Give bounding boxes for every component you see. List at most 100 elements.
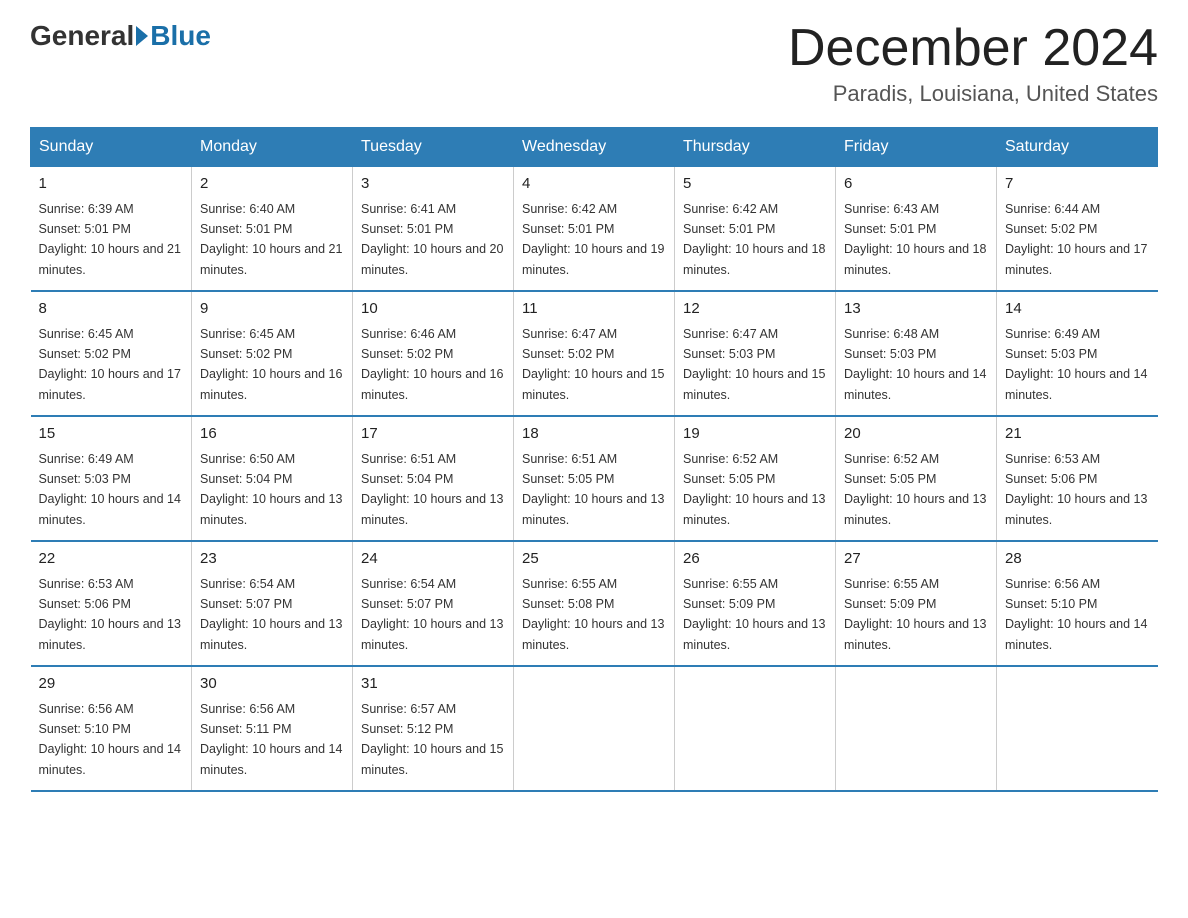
day-info: Sunrise: 6:49 AMSunset: 5:03 PMDaylight:…: [39, 452, 181, 527]
day-number: 12: [683, 298, 827, 321]
day-number: 11: [522, 298, 666, 321]
calendar-header-row: SundayMondayTuesdayWednesdayThursdayFrid…: [31, 128, 1158, 167]
day-number: 15: [39, 423, 184, 446]
day-info: Sunrise: 6:47 AMSunset: 5:03 PMDaylight:…: [683, 327, 825, 402]
title-block: December 2024 Paradis, Louisiana, United…: [788, 20, 1158, 107]
day-info: Sunrise: 6:53 AMSunset: 5:06 PMDaylight:…: [39, 577, 181, 652]
day-info: Sunrise: 6:56 AMSunset: 5:10 PMDaylight:…: [1005, 577, 1147, 652]
calendar-header-monday: Monday: [192, 128, 353, 167]
calendar-week-2: 8 Sunrise: 6:45 AMSunset: 5:02 PMDayligh…: [31, 291, 1158, 416]
day-info: Sunrise: 6:54 AMSunset: 5:07 PMDaylight:…: [361, 577, 503, 652]
day-info: Sunrise: 6:56 AMSunset: 5:11 PMDaylight:…: [200, 702, 342, 777]
page-header: General Blue December 2024 Paradis, Loui…: [30, 20, 1158, 107]
calendar-cell: 27 Sunrise: 6:55 AMSunset: 5:09 PMDaylig…: [836, 541, 997, 666]
calendar-cell: 30 Sunrise: 6:56 AMSunset: 5:11 PMDaylig…: [192, 666, 353, 791]
day-number: 8: [39, 298, 184, 321]
calendar-header-wednesday: Wednesday: [514, 128, 675, 167]
calendar-cell: 16 Sunrise: 6:50 AMSunset: 5:04 PMDaylig…: [192, 416, 353, 541]
day-number: 22: [39, 548, 184, 571]
calendar-cell: 21 Sunrise: 6:53 AMSunset: 5:06 PMDaylig…: [997, 416, 1158, 541]
calendar-week-3: 15 Sunrise: 6:49 AMSunset: 5:03 PMDaylig…: [31, 416, 1158, 541]
calendar-title: December 2024: [788, 20, 1158, 77]
day-number: 31: [361, 673, 505, 696]
day-number: 24: [361, 548, 505, 571]
calendar-table: SundayMondayTuesdayWednesdayThursdayFrid…: [30, 127, 1158, 792]
day-number: 19: [683, 423, 827, 446]
day-number: 5: [683, 173, 827, 196]
day-number: 20: [844, 423, 988, 446]
day-info: Sunrise: 6:53 AMSunset: 5:06 PMDaylight:…: [1005, 452, 1147, 527]
calendar-week-4: 22 Sunrise: 6:53 AMSunset: 5:06 PMDaylig…: [31, 541, 1158, 666]
day-info: Sunrise: 6:43 AMSunset: 5:01 PMDaylight:…: [844, 202, 986, 277]
calendar-cell: 13 Sunrise: 6:48 AMSunset: 5:03 PMDaylig…: [836, 291, 997, 416]
day-number: 10: [361, 298, 505, 321]
logo-blue-text: Blue: [150, 20, 211, 52]
day-number: 23: [200, 548, 344, 571]
day-info: Sunrise: 6:45 AMSunset: 5:02 PMDaylight:…: [200, 327, 342, 402]
day-number: 30: [200, 673, 344, 696]
calendar-cell: [997, 666, 1158, 791]
calendar-cell: 2 Sunrise: 6:40 AMSunset: 5:01 PMDayligh…: [192, 167, 353, 292]
calendar-header-friday: Friday: [836, 128, 997, 167]
day-info: Sunrise: 6:44 AMSunset: 5:02 PMDaylight:…: [1005, 202, 1147, 277]
day-info: Sunrise: 6:42 AMSunset: 5:01 PMDaylight:…: [683, 202, 825, 277]
day-info: Sunrise: 6:49 AMSunset: 5:03 PMDaylight:…: [1005, 327, 1147, 402]
calendar-cell: 8 Sunrise: 6:45 AMSunset: 5:02 PMDayligh…: [31, 291, 192, 416]
calendar-cell: 9 Sunrise: 6:45 AMSunset: 5:02 PMDayligh…: [192, 291, 353, 416]
calendar-cell: [675, 666, 836, 791]
calendar-cell: [514, 666, 675, 791]
day-info: Sunrise: 6:42 AMSunset: 5:01 PMDaylight:…: [522, 202, 664, 277]
calendar-cell: 24 Sunrise: 6:54 AMSunset: 5:07 PMDaylig…: [353, 541, 514, 666]
day-number: 29: [39, 673, 184, 696]
day-info: Sunrise: 6:39 AMSunset: 5:01 PMDaylight:…: [39, 202, 181, 277]
day-number: 28: [1005, 548, 1150, 571]
day-info: Sunrise: 6:51 AMSunset: 5:05 PMDaylight:…: [522, 452, 664, 527]
calendar-cell: 18 Sunrise: 6:51 AMSunset: 5:05 PMDaylig…: [514, 416, 675, 541]
calendar-cell: [836, 666, 997, 791]
day-number: 2: [200, 173, 344, 196]
day-number: 25: [522, 548, 666, 571]
logo-general-text: General: [30, 20, 134, 52]
day-info: Sunrise: 6:55 AMSunset: 5:09 PMDaylight:…: [844, 577, 986, 652]
calendar-cell: 14 Sunrise: 6:49 AMSunset: 5:03 PMDaylig…: [997, 291, 1158, 416]
day-number: 1: [39, 173, 184, 196]
day-number: 7: [1005, 173, 1150, 196]
logo-arrow-icon: [136, 26, 148, 46]
day-info: Sunrise: 6:52 AMSunset: 5:05 PMDaylight:…: [844, 452, 986, 527]
calendar-cell: 11 Sunrise: 6:47 AMSunset: 5:02 PMDaylig…: [514, 291, 675, 416]
day-info: Sunrise: 6:48 AMSunset: 5:03 PMDaylight:…: [844, 327, 986, 402]
day-info: Sunrise: 6:52 AMSunset: 5:05 PMDaylight:…: [683, 452, 825, 527]
day-number: 16: [200, 423, 344, 446]
day-number: 17: [361, 423, 505, 446]
calendar-cell: 4 Sunrise: 6:42 AMSunset: 5:01 PMDayligh…: [514, 167, 675, 292]
day-number: 14: [1005, 298, 1150, 321]
calendar-cell: 23 Sunrise: 6:54 AMSunset: 5:07 PMDaylig…: [192, 541, 353, 666]
calendar-cell: 22 Sunrise: 6:53 AMSunset: 5:06 PMDaylig…: [31, 541, 192, 666]
day-number: 21: [1005, 423, 1150, 446]
calendar-cell: 26 Sunrise: 6:55 AMSunset: 5:09 PMDaylig…: [675, 541, 836, 666]
day-info: Sunrise: 6:51 AMSunset: 5:04 PMDaylight:…: [361, 452, 503, 527]
day-number: 13: [844, 298, 988, 321]
day-info: Sunrise: 6:55 AMSunset: 5:08 PMDaylight:…: [522, 577, 664, 652]
day-number: 3: [361, 173, 505, 196]
calendar-cell: 1 Sunrise: 6:39 AMSunset: 5:01 PMDayligh…: [31, 167, 192, 292]
calendar-cell: 28 Sunrise: 6:56 AMSunset: 5:10 PMDaylig…: [997, 541, 1158, 666]
calendar-cell: 5 Sunrise: 6:42 AMSunset: 5:01 PMDayligh…: [675, 167, 836, 292]
calendar-cell: 3 Sunrise: 6:41 AMSunset: 5:01 PMDayligh…: [353, 167, 514, 292]
calendar-header-sunday: Sunday: [31, 128, 192, 167]
calendar-week-5: 29 Sunrise: 6:56 AMSunset: 5:10 PMDaylig…: [31, 666, 1158, 791]
calendar-header-tuesday: Tuesday: [353, 128, 514, 167]
calendar-week-1: 1 Sunrise: 6:39 AMSunset: 5:01 PMDayligh…: [31, 167, 1158, 292]
calendar-subtitle: Paradis, Louisiana, United States: [788, 81, 1158, 107]
day-number: 18: [522, 423, 666, 446]
calendar-cell: 20 Sunrise: 6:52 AMSunset: 5:05 PMDaylig…: [836, 416, 997, 541]
calendar-cell: 6 Sunrise: 6:43 AMSunset: 5:01 PMDayligh…: [836, 167, 997, 292]
calendar-cell: 12 Sunrise: 6:47 AMSunset: 5:03 PMDaylig…: [675, 291, 836, 416]
calendar-cell: 7 Sunrise: 6:44 AMSunset: 5:02 PMDayligh…: [997, 167, 1158, 292]
day-number: 9: [200, 298, 344, 321]
calendar-header-thursday: Thursday: [675, 128, 836, 167]
day-number: 6: [844, 173, 988, 196]
calendar-header-saturday: Saturday: [997, 128, 1158, 167]
calendar-cell: 19 Sunrise: 6:52 AMSunset: 5:05 PMDaylig…: [675, 416, 836, 541]
day-info: Sunrise: 6:55 AMSunset: 5:09 PMDaylight:…: [683, 577, 825, 652]
